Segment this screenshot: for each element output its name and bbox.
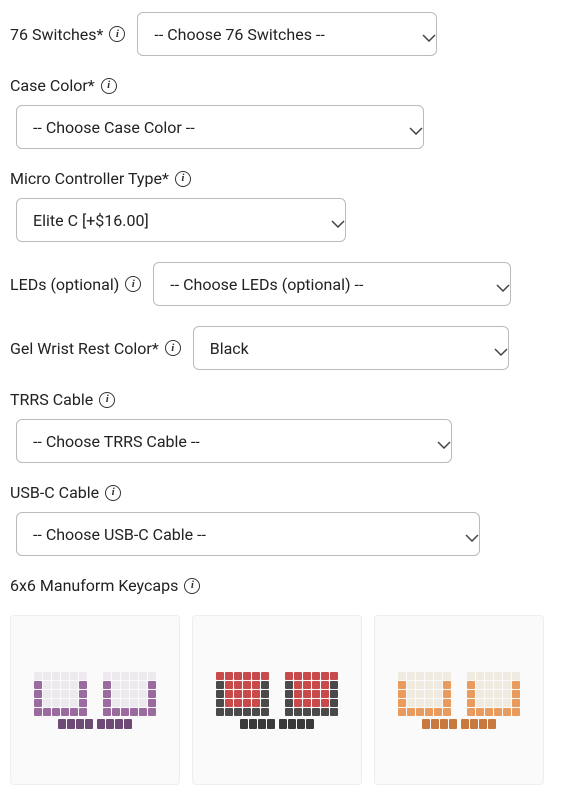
usbc-label: USB-C Cable i [10,483,121,502]
keycap-image [17,640,173,760]
info-icon[interactable]: i [175,171,191,187]
micro-controller-label-text: Micro Controller Type* [10,169,169,188]
keycap-options [10,615,544,785]
case-color-label: Case Color* i [10,76,117,95]
info-icon[interactable]: i [101,78,117,94]
info-icon[interactable]: i [184,578,200,594]
info-icon[interactable]: i [99,392,115,408]
trrs-label: TRRS Cable i [10,390,115,409]
case-color-value: -- Choose Case Color -- [33,118,195,137]
micro-controller-value: Elite C [+$16.00] [33,211,149,230]
leds-value: -- Choose LEDs (optional) -- [170,275,363,294]
trrs-value: -- Choose TRRS Cable -- [33,432,200,451]
wrist-rest-label: Gel Wrist Rest Color* i [10,339,181,358]
case-color-label-text: Case Color* [10,76,95,95]
switches-select[interactable]: -- Choose 76 Switches -- [137,12,437,56]
switches-value: -- Choose 76 Switches -- [154,25,324,44]
switches-label-text: 76 Switches* [10,25,103,44]
usbc-label-text: USB-C Cable [10,483,99,502]
trrs-select[interactable]: -- Choose TRRS Cable -- [16,419,452,463]
keycap-option-purple-white[interactable] [10,615,180,785]
info-icon[interactable]: i [125,276,141,292]
keycap-option-red-charcoal[interactable] [192,615,362,785]
keycap-image [199,640,355,760]
leds-label: LEDs (optional) i [10,275,141,294]
leds-select[interactable]: -- Choose LEDs (optional) -- [153,262,511,306]
keycaps-label: 6x6 Manuform Keycaps i [10,576,200,595]
micro-controller-select[interactable]: Elite C [+$16.00] [16,198,346,242]
usbc-select[interactable]: -- Choose USB-C Cable -- [16,512,480,556]
info-icon[interactable]: i [165,340,181,356]
usbc-value: -- Choose USB-C Cable -- [33,525,206,544]
trrs-label-text: TRRS Cable [10,390,93,409]
wrist-rest-select[interactable]: Black [193,326,509,370]
switches-label: 76 Switches* i [10,25,125,44]
keycaps-label-text: 6x6 Manuform Keycaps [10,576,178,595]
info-icon[interactable]: i [109,26,125,42]
keycap-option-cream-orange[interactable] [374,615,544,785]
wrist-rest-label-text: Gel Wrist Rest Color* [10,339,159,358]
keycap-image [381,640,537,760]
info-icon[interactable]: i [105,485,121,501]
case-color-select[interactable]: -- Choose Case Color -- [16,105,424,149]
wrist-rest-value: Black [210,339,249,358]
micro-controller-label: Micro Controller Type* i [10,169,191,188]
leds-label-text: LEDs (optional) [10,275,119,294]
